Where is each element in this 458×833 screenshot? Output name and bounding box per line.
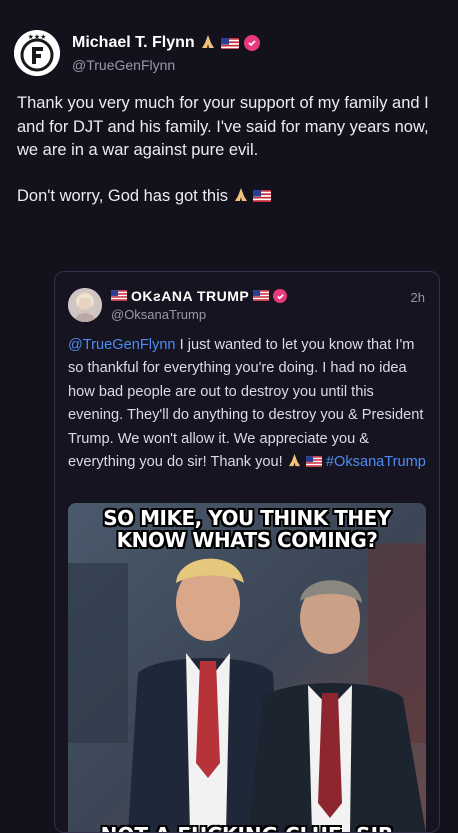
quoted-author-display-name[interactable]: OKƨANA TRUMP [131,288,249,304]
meme-caption-bottom: NOT A FUCKING CLUE, SIR [68,823,426,832]
flynn-logo-icon: ★★★ [14,30,60,76]
post-body: Thank you very much for your support of … [17,92,437,208]
quoted-author-handle[interactable]: @OksanaTrump [111,307,287,322]
quoted-post-timestamp: 2h [410,290,425,305]
us-flag-icon [253,288,270,304]
post-header: ★★★ Michael T. Flynn @TrueGenFlynn [14,30,260,76]
author-handle[interactable]: @TrueGenFlynn [72,57,260,73]
post-paragraph: Don't worry, God has got this [17,185,437,209]
hashtag-link[interactable]: #OksanaTrump [326,454,426,470]
us-flag-icon [253,187,272,205]
quoted-post[interactable]: OKƨANA TRUMP @OksanaTrump 2h @TrueGenFly… [54,271,440,833]
post-paragraph-text: Don't worry, God has got this [17,186,229,205]
us-flag-icon [220,37,239,49]
quoted-post-body: @TrueGenFlynn I just wanted to let you k… [68,334,428,474]
folded-hands-icon [233,187,254,205]
verified-badge-icon [243,35,260,51]
quoted-author-avatar[interactable] [68,288,102,322]
svg-text:★★★: ★★★ [28,33,47,41]
verified-badge-icon [273,289,288,303]
quoted-post-header: OKƨANA TRUMP @OksanaTrump [68,288,288,322]
post-paragraph: Thank you very much for your support of … [17,94,429,159]
meme-photo [68,503,426,832]
quoted-post-text: I just wanted to let you know that I'm s… [68,337,424,471]
mention-link[interactable]: @TrueGenFlynn [68,337,176,353]
avatar-photo-icon [68,288,102,322]
meme-image[interactable]: SO MIKE, YOU THINK THEY KNOW WHATS COMIN… [68,503,426,832]
us-flag-icon [111,288,127,304]
author-avatar[interactable]: ★★★ [14,30,60,76]
post: ★★★ Michael T. Flynn @TrueGenFlynn Thank… [0,0,458,833]
meme-caption-top: SO MIKE, YOU THINK THEY KNOW WHATS COMIN… [103,506,391,552]
author-display-name[interactable]: Michael T. Flynn [72,34,195,52]
us-flag-icon [305,454,322,470]
folded-hands-icon [287,453,302,470]
folded-hands-icon [200,34,216,53]
